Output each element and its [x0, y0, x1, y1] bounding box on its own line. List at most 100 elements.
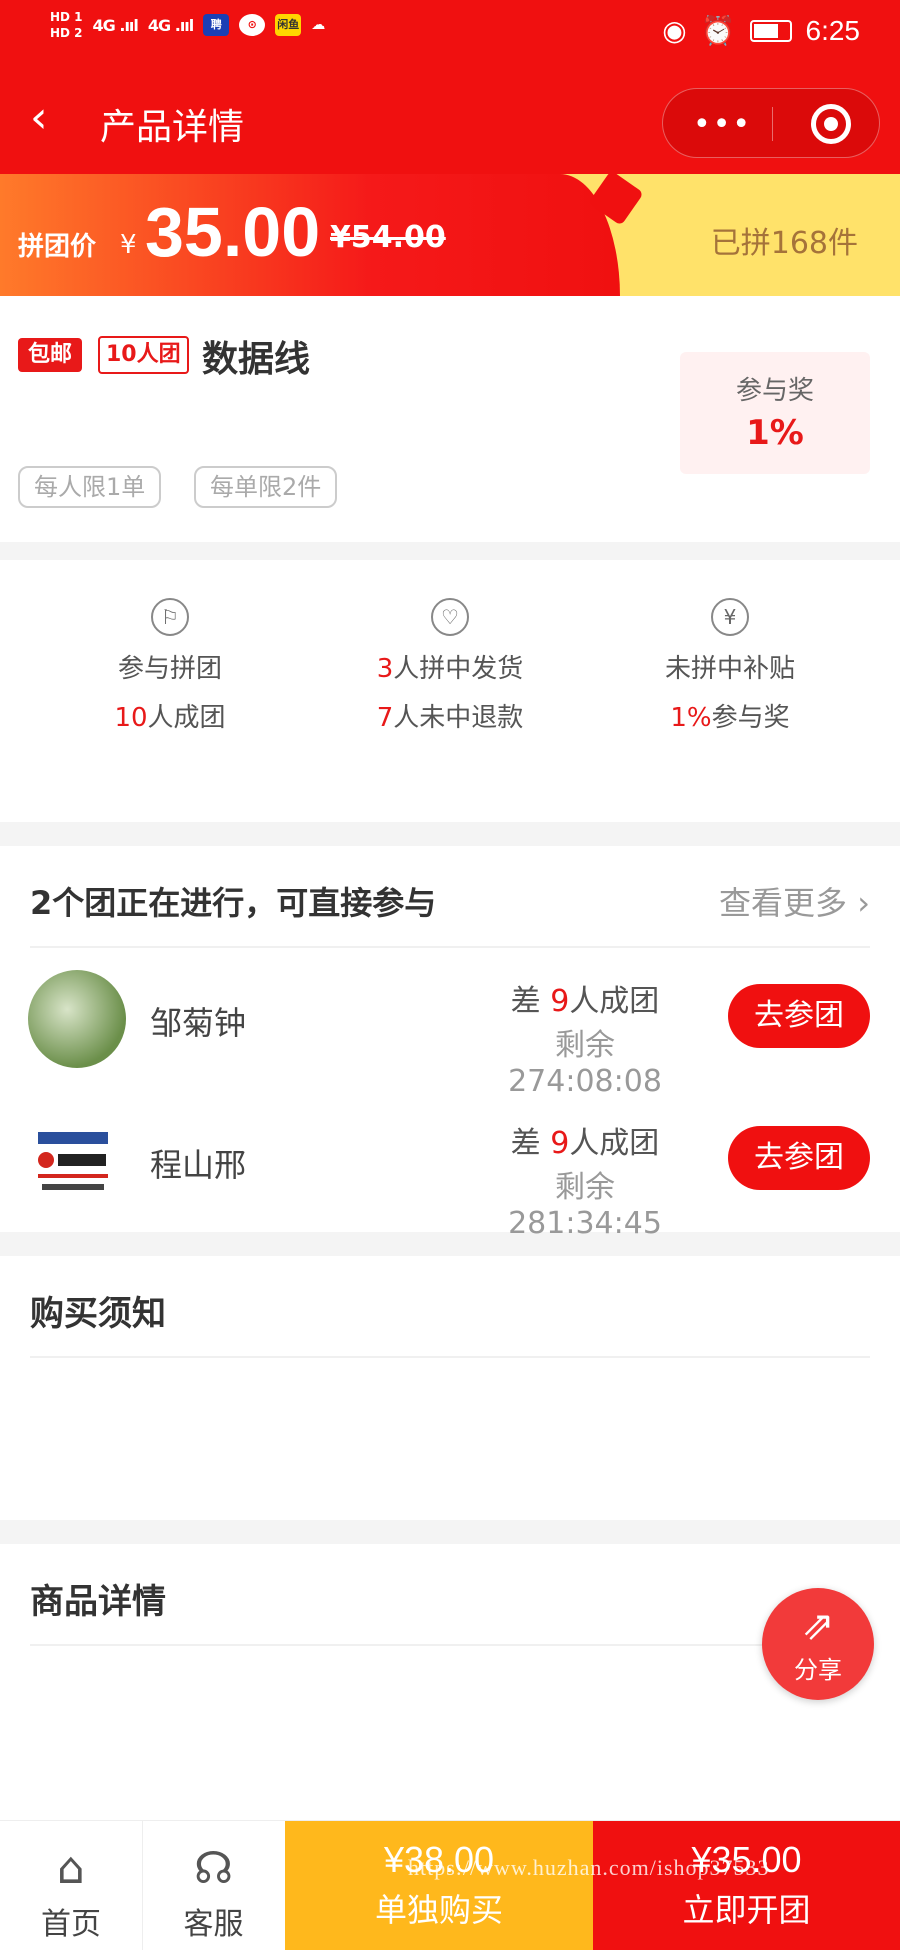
hd1-label: HD 1 — [50, 10, 83, 24]
join-group-button[interactable]: 去参团 — [728, 984, 870, 1048]
close-miniprogram-icon[interactable] — [811, 104, 851, 144]
start-group-label: 立即开团 — [682, 1891, 811, 1929]
need-count: 9 — [550, 1126, 570, 1161]
limit-per-order-tag: 每单限2件 — [194, 466, 338, 508]
rule-line-1: 参与拼团 — [117, 654, 222, 684]
chevron-right-icon: › — [857, 884, 870, 922]
rule-highlight: 10 — [114, 703, 148, 733]
need-prefix: 差 — [510, 1126, 541, 1161]
product-info: 包邮 10人团 数据线 每人限1单 每单限2件 参与奖 1% — [0, 296, 900, 542]
price-currency: ¥ — [120, 230, 137, 260]
need-prefix: 差 — [510, 984, 541, 1019]
group-leader-name: 邹菊钟 — [150, 1004, 247, 1042]
product-details-title: 商品详情 — [30, 1582, 166, 1622]
join-group-button[interactable]: 去参团 — [728, 1126, 870, 1190]
group-rules: ⚐ 参与拼团 10人成团 ♡ 3人拼中发货 7人未中退款 ¥ 未拼中补贴 1%参… — [0, 560, 900, 822]
rule-line-2: 1%参与奖 — [580, 697, 880, 734]
rule-line-2: 10人成团 — [20, 697, 320, 734]
app-notification-icon: 聘 — [203, 14, 230, 36]
need-suffix: 人成团 — [569, 984, 660, 1019]
cloud-icon: ☁ — [311, 17, 326, 33]
divider — [30, 1356, 870, 1358]
miniprogram-capsule: ••• — [662, 88, 880, 158]
eye-icon: ◉ — [662, 14, 687, 47]
groups-heading: 2个团正在进行，可直接参与 — [30, 884, 437, 922]
members-needed: 差 9人成团 — [480, 1118, 690, 1162]
rule-highlight: 7 — [376, 703, 394, 733]
company-logo-icon — [38, 1132, 108, 1190]
hd2-label: HD 2 — [50, 26, 83, 40]
headset-icon: ☊ — [193, 1843, 234, 1894]
divider — [30, 1644, 870, 1646]
customer-service-label: 客服 — [183, 1907, 244, 1942]
home-icon: ⌂ — [57, 1843, 85, 1894]
purchase-notice-section: 购买须知 — [0, 1256, 900, 1520]
divider — [30, 946, 870, 948]
share-icon: ⇗ — [801, 1603, 835, 1649]
view-more-label: 查看更多 — [719, 884, 848, 922]
signal-icon-2: 4G .ııl — [147, 15, 194, 35]
watermark: https://www.huzhan.com/ishop37533 — [408, 1855, 770, 1880]
purchase-notice-title: 购买须知 — [30, 1294, 166, 1334]
participation-reward-box: 参与奖 1% — [680, 352, 870, 474]
flag-icon: ⚐ — [151, 598, 189, 636]
group-price-label: 拼团价 — [18, 232, 97, 262]
status-right: ◉ ⏰ 6:25 — [662, 14, 860, 47]
buy-alone-label: 单独购买 — [374, 1891, 503, 1929]
rule-line-2: 7人未中退款 — [300, 697, 600, 734]
share-button[interactable]: ⇗ 分享 — [762, 1588, 874, 1700]
heart-icon: ♡ — [431, 598, 469, 636]
hd-indicators: HD 1 HD 2 — [50, 10, 83, 40]
rule-highlight: 3 — [376, 654, 394, 684]
buy-alone-button[interactable]: ¥38.00 单独购买 — [285, 1821, 593, 1950]
status-time: 6:25 — [805, 14, 861, 46]
product-name: 数据线 — [202, 339, 311, 380]
capsule-divider — [772, 107, 773, 141]
ongoing-groups: 2个团正在进行，可直接参与 查看更多 › 邹菊钟 差 9人成团 剩余274:08… — [0, 846, 900, 1241]
rule-text: 人成团 — [147, 703, 226, 733]
original-price: ¥54.00 — [330, 220, 446, 255]
group-price-value: 35.00 — [145, 193, 321, 271]
app-notification-icon-2: ⊙ — [239, 14, 266, 36]
rule-join-group: ⚐ 参与拼团 10人成团 — [20, 598, 320, 734]
members-needed: 差 9人成团 — [480, 976, 690, 1020]
user-avatar — [28, 1112, 126, 1210]
reward-value: 1% — [746, 413, 804, 453]
rule-highlight: 1% — [670, 703, 712, 733]
product-detail-page: HD 1 HD 2 4G .ııl 4G .ııl 聘 ⊙ 闲鱼 ☁ ◉ ⏰ 6… — [0, 0, 900, 1950]
start-group-button[interactable]: ¥35.00 立即开团 — [593, 1821, 900, 1950]
xianyu-notification-icon: 闲鱼 — [275, 14, 302, 36]
price-banner-red-area: 拼团价 ¥ 35.00 ¥54.00 — [0, 174, 620, 296]
need-suffix: 人成团 — [569, 1126, 660, 1161]
rule-text: 人拼中发货 — [393, 654, 524, 684]
home-tab[interactable]: ⌂ 首页 — [0, 1821, 142, 1950]
share-label: 分享 — [794, 1656, 842, 1684]
nav-bar: ‹ 产品详情 ••• — [0, 68, 900, 174]
bottom-action-bar: ⌂ 首页 ☊ 客服 ¥38.00 单独购买 ¥35.00 立即开团 — [0, 1820, 900, 1950]
rule-text: 人未中退款 — [393, 703, 524, 733]
need-count: 9 — [550, 984, 570, 1019]
group-row: 程山邢 差 9人成团 剩余281:34:45 去参团 — [0, 1112, 900, 1241]
group-size-badge: 10人团 — [98, 336, 189, 374]
home-label: 首页 — [41, 1907, 101, 1942]
free-shipping-badge: 包邮 — [18, 338, 83, 372]
rule-line-1: 3人拼中发货 — [300, 648, 600, 685]
customer-service-tab[interactable]: ☊ 客服 — [142, 1821, 284, 1950]
group-leader-name: 程山邢 — [150, 1146, 247, 1184]
user-avatar — [28, 970, 126, 1068]
time-remaining: 剩余281:34:45 — [508, 1170, 662, 1241]
group-row: 邹菊钟 差 9人成团 剩余274:08:08 去参团 — [0, 970, 900, 1099]
back-chevron-icon[interactable]: ‹ — [30, 96, 48, 140]
status-bar: HD 1 HD 2 4G .ııl 4G .ııl 聘 ⊙ 闲鱼 ☁ ◉ ⏰ 6… — [0, 0, 900, 68]
time-remaining: 剩余274:08:08 — [508, 1028, 662, 1099]
more-dots-icon[interactable]: ••• — [693, 107, 752, 142]
sold-count: 已拼168件 — [710, 226, 858, 261]
alarm-icon: ⏰ — [700, 14, 736, 47]
view-more-link[interactable]: 查看更多 › — [719, 878, 870, 924]
rule-line-1: 未拼中补贴 — [664, 654, 795, 684]
limit-per-person-tag: 每人限1单 — [18, 466, 162, 508]
yen-icon: ¥ — [711, 598, 749, 636]
page-title: 产品详情 — [100, 107, 245, 148]
signal-icon: 4G .ııl — [92, 15, 139, 35]
rule-shipping-refund: ♡ 3人拼中发货 7人未中退款 — [300, 598, 600, 734]
